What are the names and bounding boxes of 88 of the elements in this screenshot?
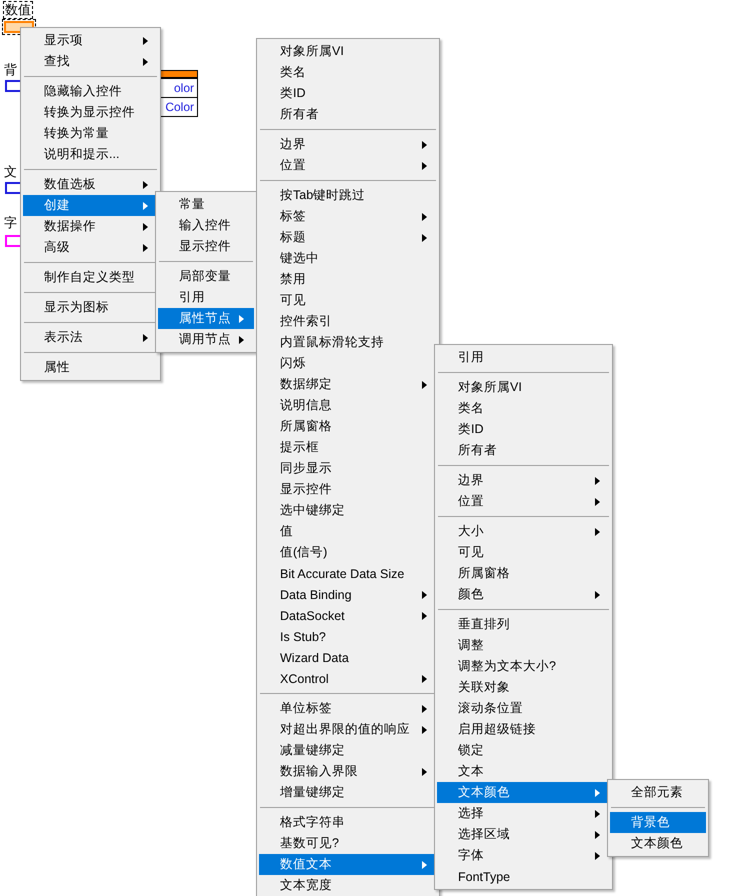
menu-item[interactable]: 数据输入界限 (259, 761, 437, 782)
menu-item[interactable]: 闪烁 (259, 353, 437, 374)
menu-item[interactable]: 可见 (259, 290, 437, 311)
menu-item[interactable]: 标题 (259, 227, 437, 248)
menu-item[interactable]: 调用节点 (158, 329, 254, 350)
menu-item[interactable]: 引用 (437, 347, 610, 368)
menu-item[interactable]: 类ID (437, 419, 610, 440)
menu-item[interactable]: 同步显示 (259, 458, 437, 479)
menu-item[interactable]: 高级 (23, 237, 158, 258)
menu-item[interactable]: Data Binding (259, 584, 437, 605)
menu-item[interactable]: 值 (259, 521, 437, 542)
menu-item[interactable]: Bit Accurate Data Size (259, 563, 437, 584)
menu-item[interactable]: 转换为常量 (23, 123, 158, 144)
menu-item[interactable]: 位置 (437, 491, 610, 512)
menu-item[interactable]: 所有者 (259, 104, 437, 125)
menu-item[interactable]: 对超出界限的值的响应 (259, 719, 437, 740)
menu-item[interactable]: 创建 (23, 195, 158, 216)
menu-item[interactable]: XControl (259, 668, 437, 689)
menu-item[interactable]: 选择 (437, 803, 610, 824)
menu-item[interactable]: 输入控件 (158, 215, 254, 236)
menu-item[interactable]: 按Tab键时跳过 (259, 185, 437, 206)
menu-item[interactable]: 文本颜色 (610, 833, 706, 854)
menu-item[interactable]: 显示项 (23, 30, 158, 51)
menu-item[interactable]: 禁用 (259, 269, 437, 290)
menu-item[interactable]: 格式字符串 (259, 812, 437, 833)
menu-item[interactable]: 键选中 (259, 248, 437, 269)
menu-item[interactable]: 类ID (259, 83, 437, 104)
front-panel-label: 背 (4, 62, 17, 78)
menu-item[interactable]: Is Stub? (259, 626, 437, 647)
menu-item[interactable]: 可见 (437, 542, 610, 563)
menu-item[interactable]: 调整为文本大小? (437, 656, 610, 677)
menu-item[interactable]: 查找 (23, 51, 158, 72)
menu-item[interactable]: 单位标签 (259, 698, 437, 719)
menu-item[interactable]: 标签 (259, 206, 437, 227)
menu-item[interactable]: Wizard Data (259, 647, 437, 668)
menu-item[interactable]: 位置 (259, 155, 437, 176)
menu-item[interactable]: 控件索引 (259, 311, 437, 332)
menu-item[interactable]: 引用 (158, 287, 254, 308)
menu-item[interactable]: 常量 (158, 194, 254, 215)
menu-item[interactable]: 所属窗格 (259, 416, 437, 437)
menu-item[interactable]: 垂直排列 (437, 614, 610, 635)
menu-item[interactable]: 边界 (437, 470, 610, 491)
menu-item[interactable]: 锁定 (437, 740, 610, 761)
menu-item[interactable]: 边界 (259, 134, 437, 155)
menu-item[interactable]: 全部元素 (610, 782, 706, 803)
menu-item[interactable]: 说明信息 (259, 395, 437, 416)
menu-item[interactable]: 数值文本 (259, 854, 437, 875)
menu-item[interactable]: 所有者 (437, 440, 610, 461)
menu-item[interactable]: 增量键绑定 (259, 782, 437, 803)
menu-item[interactable]: 数值选板 (23, 174, 158, 195)
menu-item[interactable]: 基数可见? (259, 833, 437, 854)
menu-item[interactable]: 局部变量 (158, 266, 254, 287)
menu-item[interactable]: 文本颜色 (437, 782, 610, 803)
menu-item[interactable]: 制作自定义类型 (23, 267, 158, 288)
menu-item[interactable]: DataSocket (259, 605, 437, 626)
menu-item[interactable]: 显示控件 (158, 236, 254, 257)
menu-item[interactable]: 选中键绑定 (259, 500, 437, 521)
menu-item[interactable]: 大小 (437, 521, 610, 542)
menu-item[interactable]: 数据操作 (23, 216, 158, 237)
menu-item[interactable]: 显示控件 (259, 479, 437, 500)
front-panel-label: 字 (4, 215, 17, 231)
menu-item[interactable]: 背景色 (610, 812, 706, 833)
menu-item[interactable]: 调整 (437, 635, 610, 656)
menu-item[interactable]: 类名 (259, 62, 437, 83)
menu-item[interactable]: 对象所属VI (259, 41, 437, 62)
menu-item[interactable]: 启用超级链接 (437, 719, 610, 740)
menu-item[interactable]: 对象所属VI (437, 377, 610, 398)
menu-item[interactable]: 属性节点 (158, 308, 254, 329)
front-panel-label: 文 (4, 164, 17, 180)
menu-item[interactable]: 所属窗格 (437, 563, 610, 584)
menu-item[interactable]: 类名 (437, 398, 610, 419)
menu-item[interactable]: 文本宽度 (259, 875, 437, 896)
menu-item[interactable]: 滚动条位置 (437, 698, 610, 719)
menu-item[interactable]: 字体 (437, 845, 610, 866)
menu-item[interactable]: 表示法 (23, 327, 158, 348)
menu-item[interactable]: 数据绑定 (259, 374, 437, 395)
menu-item[interactable]: 内置鼠标滑轮支持 (259, 332, 437, 353)
menu-item[interactable]: 提示框 (259, 437, 437, 458)
menu-item[interactable]: FontType (437, 866, 610, 887)
menu-item[interactable]: 关联对象 (437, 677, 610, 698)
menu-item[interactable]: 减量键绑定 (259, 740, 437, 761)
menu-item[interactable]: 选择区域 (437, 824, 610, 845)
menu-item[interactable]: 值(信号) (259, 542, 437, 563)
menu-item[interactable]: 文本 (437, 761, 610, 782)
menu-item[interactable]: 说明和提示... (23, 144, 158, 165)
menu-item[interactable]: 显示为图标 (23, 297, 158, 318)
menu-item[interactable]: 颜色 (437, 584, 610, 605)
menu-item[interactable]: 属性 (23, 357, 158, 378)
